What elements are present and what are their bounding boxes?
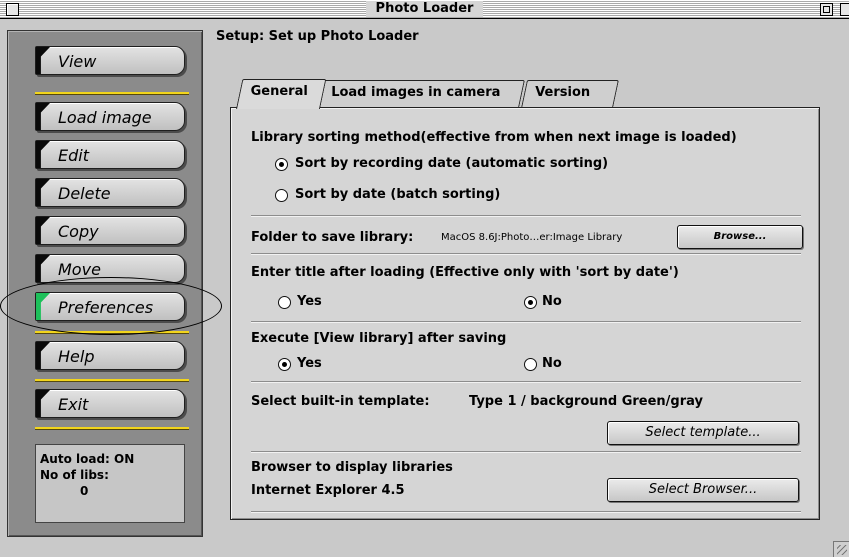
delete-button[interactable]: Delete bbox=[35, 178, 185, 207]
edit-button[interactable]: Edit bbox=[35, 140, 185, 169]
sort-date-label[interactable]: Sort by date (batch sorting) bbox=[295, 187, 500, 202]
exit-button[interactable]: Exit bbox=[35, 389, 185, 418]
libs-count-value: 0 bbox=[80, 484, 89, 498]
title-entry-yes-radio[interactable] bbox=[278, 296, 291, 309]
execute-view-no-label[interactable]: No bbox=[542, 356, 562, 371]
zoom-box-icon[interactable] bbox=[820, 3, 833, 16]
folder-label: Folder to save library: bbox=[251, 230, 414, 245]
sidebar-divider bbox=[35, 331, 189, 333]
tab-general-label: General bbox=[250, 84, 308, 99]
active-flag-icon bbox=[36, 293, 50, 320]
exit-label: Exit bbox=[58, 395, 89, 414]
help-button[interactable]: Help bbox=[35, 341, 185, 370]
browser-value: Internet Explorer 4.5 bbox=[251, 483, 405, 498]
view-label: View bbox=[58, 52, 97, 71]
tab-load-images-in-camera[interactable]: Load images in camera bbox=[317, 80, 525, 108]
sidebar: View Load image Edit Delete Copy Move Pr… bbox=[7, 30, 203, 537]
auto-load-status: Auto load: ON bbox=[40, 452, 135, 466]
copy-label: Copy bbox=[58, 222, 99, 241]
title-entry-no-label[interactable]: No bbox=[542, 294, 562, 309]
title-bar[interactable]: Photo Loader bbox=[0, 0, 849, 19]
title-entry-yes-label[interactable]: Yes bbox=[297, 294, 322, 309]
flag-icon bbox=[36, 179, 50, 206]
section-divider bbox=[251, 253, 801, 254]
view-button[interactable]: View bbox=[35, 46, 185, 75]
edit-label: Edit bbox=[58, 146, 89, 165]
section-divider bbox=[251, 321, 801, 322]
browse-button[interactable]: Browse... bbox=[677, 225, 803, 249]
sort-date-radio[interactable] bbox=[275, 189, 288, 202]
sorting-heading: Library sorting method(effective from wh… bbox=[251, 130, 737, 145]
execute-view-heading: Execute [View library] after saving bbox=[251, 331, 507, 346]
flag-icon bbox=[36, 217, 50, 244]
template-label: Select built-in template: bbox=[251, 394, 430, 409]
close-box-icon[interactable] bbox=[6, 3, 19, 16]
delete-label: Delete bbox=[58, 184, 111, 203]
select-browser-button[interactable]: Select Browser... bbox=[607, 478, 799, 502]
preferences-button[interactable]: Preferences bbox=[35, 292, 185, 321]
flag-icon bbox=[36, 255, 50, 282]
execute-view-no-radio[interactable] bbox=[524, 358, 537, 371]
status-box: Auto load: ON No of libs: 0 bbox=[35, 444, 185, 523]
general-panel: Library sorting method(effective from wh… bbox=[230, 107, 820, 520]
copy-button[interactable]: Copy bbox=[35, 216, 185, 245]
execute-view-yes-label[interactable]: Yes bbox=[297, 356, 322, 371]
section-divider bbox=[251, 511, 801, 512]
load-image-label: Load image bbox=[58, 108, 152, 127]
move-button[interactable]: Move bbox=[35, 254, 185, 283]
libs-count-label: No of libs: bbox=[40, 468, 109, 482]
move-label: Move bbox=[58, 260, 101, 279]
sidebar-divider bbox=[35, 427, 189, 429]
collapse-box-icon[interactable] bbox=[840, 3, 849, 16]
flag-icon bbox=[36, 390, 50, 417]
sort-recording-label[interactable]: Sort by recording date (automatic sortin… bbox=[295, 156, 608, 171]
tab-general[interactable]: General bbox=[236, 79, 327, 109]
sidebar-divider bbox=[35, 379, 189, 381]
title-entry-no-radio[interactable] bbox=[524, 296, 537, 309]
sidebar-divider bbox=[35, 92, 189, 94]
flag-icon bbox=[36, 141, 50, 168]
load-image-button[interactable]: Load image bbox=[35, 102, 185, 131]
setup-heading: Setup: Set up Photo Loader bbox=[216, 29, 419, 44]
tab-version[interactable]: Version bbox=[521, 80, 619, 108]
folder-path: MacOS 8.6J:Photo…er:Image Library bbox=[441, 232, 623, 243]
select-template-button[interactable]: Select template... bbox=[607, 421, 799, 445]
section-divider bbox=[251, 451, 801, 452]
section-divider bbox=[251, 215, 801, 216]
browser-label: Browser to display libraries bbox=[251, 460, 453, 475]
tab-version-label: Version bbox=[535, 85, 591, 100]
resize-grip-icon[interactable] bbox=[833, 541, 849, 557]
title-entry-heading: Enter title after loading (Effective onl… bbox=[251, 265, 679, 280]
template-value: Type 1 / background Green/gray bbox=[469, 394, 703, 409]
photo-loader-window: Photo Loader View Load image Edit Delete… bbox=[0, 0, 849, 557]
preferences-label: Preferences bbox=[58, 298, 154, 317]
tab-load-images-label: Load images in camera bbox=[331, 85, 501, 100]
window-title: Photo Loader bbox=[365, 1, 484, 17]
execute-view-yes-radio[interactable] bbox=[278, 358, 291, 371]
section-divider bbox=[251, 381, 801, 382]
flag-icon bbox=[36, 103, 50, 130]
flag-icon bbox=[36, 47, 50, 74]
help-label: Help bbox=[58, 347, 95, 366]
sort-recording-radio[interactable] bbox=[275, 158, 288, 171]
flag-icon bbox=[36, 342, 50, 369]
